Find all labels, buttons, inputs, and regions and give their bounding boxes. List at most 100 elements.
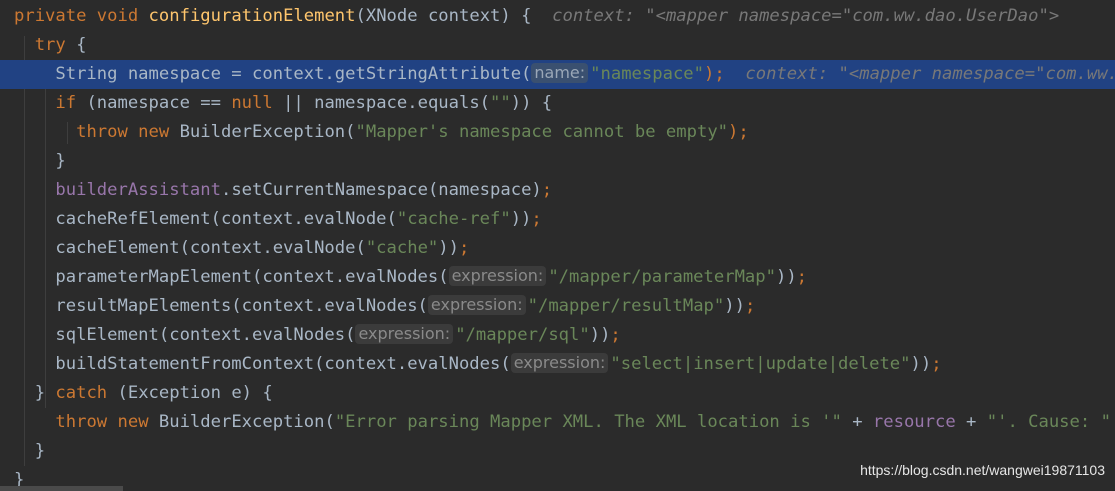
code-token: "'. Cause: " [986, 412, 1115, 432]
code-token: } [14, 383, 56, 403]
code-token: null [231, 93, 284, 113]
code-token: ; [796, 267, 808, 287]
parameter-hint: name: [531, 63, 589, 83]
code-token: "/mapper/parameterMap" [548, 267, 776, 287]
code-line[interactable]: cacheRefElement(context.evalNode("cache-… [0, 205, 1115, 234]
code-line-text: } [14, 437, 45, 466]
debug-value-hint: context: "<mapper namespace="com.ww.dao.… [552, 6, 1060, 26]
code-token: + [852, 412, 873, 432]
code-line-text: sqlElement(context.evalNodes(expression:… [14, 321, 621, 350]
code-token: + [966, 412, 987, 432]
code-line[interactable]: resultMapElements(context.evalNodes(expr… [0, 292, 1115, 321]
code-token: ; [931, 354, 942, 374]
code-token: "Mapper's namespace cannot be empty" [355, 122, 729, 142]
code-line[interactable]: cacheElement(context.evalNode("cache")); [0, 234, 1115, 263]
code-line[interactable]: throw new BuilderException("Mapper's nam… [0, 118, 1115, 147]
code-token: catch [55, 383, 118, 403]
code-editor[interactable]: private void configurationElement(XNode … [0, 0, 1115, 491]
code-line-text: cacheRefElement(context.evalNode("cache-… [14, 205, 542, 234]
code-token: builderAssistant [55, 180, 221, 200]
code-line-text: buildStatementFromContext(context.evalNo… [14, 350, 942, 379]
code-token: buildStatementFromContext(context.evalNo… [14, 354, 511, 374]
code-token: "select|insert|update|delete" [610, 354, 911, 374]
code-token: throw new [55, 412, 159, 432]
code-line-text: private void configurationElement(XNode … [14, 2, 1059, 31]
code-token: } [14, 151, 66, 171]
code-token: (namespace == [86, 93, 232, 113]
code-line-text: throw new BuilderException("Mapper's nam… [14, 118, 749, 147]
code-token: ); [728, 122, 749, 142]
code-line[interactable]: try { [0, 31, 1115, 60]
code-token: ; [531, 209, 542, 229]
code-line[interactable]: buildStatementFromContext(context.evalNo… [0, 350, 1115, 379]
watermark-text: https://blog.csdn.net/wangwei19871103 [860, 462, 1105, 478]
code-line[interactable]: } [0, 147, 1115, 176]
code-line[interactable]: private void configurationElement(XNode … [0, 2, 1115, 31]
code-line[interactable]: sqlElement(context.evalNodes(expression:… [0, 321, 1115, 350]
current-code-line[interactable]: String namespace = context.getStringAttr… [0, 60, 1115, 89]
code-line[interactable]: throw new BuilderException("Error parsin… [0, 408, 1115, 437]
code-token: (XNode context) { [355, 6, 553, 26]
code-line-text: parameterMapElement(context.evalNodes(ex… [14, 263, 807, 292]
horizontal-scrollbar[interactable] [0, 486, 123, 491]
code-token: "cache" [365, 238, 439, 258]
code-token: )) [775, 267, 797, 287]
code-token: throw new [76, 122, 180, 142]
code-line[interactable]: if (namespace == null || namespace.equal… [0, 89, 1115, 118]
code-line[interactable]: } catch (Exception e) { [0, 379, 1115, 408]
code-line-text: } [14, 147, 66, 176]
parameter-hint: expression: [427, 295, 526, 315]
code-token: } [14, 441, 46, 461]
parameter-hint: expression: [448, 266, 547, 286]
code-line-text: throw new BuilderException("Error parsin… [14, 408, 1115, 437]
code-token: )) [510, 209, 532, 229]
code-token: cacheElement(context.evalNode( [14, 238, 366, 258]
code-token: || namespace.equals( [283, 93, 491, 113]
code-token: cacheRefElement(context.evalNode( [14, 209, 397, 229]
code-token: if [55, 93, 87, 113]
code-line-text: resultMapElements(context.evalNodes(expr… [14, 292, 755, 321]
code-line-text: } catch (Exception e) { [14, 379, 273, 408]
code-token: ); [703, 64, 746, 84]
code-token: )) [589, 325, 611, 345]
code-token: )) { [510, 93, 553, 113]
code-token: parameterMapElement(context.evalNodes( [14, 267, 449, 287]
code-line-text: builderAssistant.setCurrentNamespace(nam… [14, 176, 552, 205]
code-token: ; [458, 238, 470, 258]
code-token: "Error parsing Mapper XML. The XML locat… [334, 412, 853, 432]
code-token: ; [744, 296, 756, 316]
code-token: )) [724, 296, 745, 316]
code-token: resource [872, 412, 967, 432]
code-token: "" [490, 93, 511, 113]
code-token: BuilderException( [179, 122, 356, 142]
code-line-text: cacheElement(context.evalNode("cache")); [14, 234, 469, 263]
code-token: void [96, 6, 149, 26]
code-token: String namespace = context.getStringAttr… [14, 64, 532, 84]
parameter-hint: expression: [355, 324, 454, 344]
code-token: "namespace" [590, 64, 704, 84]
code-token: BuilderException( [158, 412, 335, 432]
code-token: private [14, 6, 97, 26]
code-token: "/mapper/resultMap" [527, 296, 725, 316]
code-token: { [76, 35, 87, 55]
code-line[interactable]: parameterMapElement(context.evalNodes(ex… [0, 263, 1115, 292]
code-token: sqlElement(context.evalNodes( [14, 325, 356, 345]
code-line-text: String namespace = context.getStringAttr… [14, 60, 1115, 89]
code-token: "cache-ref" [396, 209, 511, 229]
code-token: ; [541, 180, 553, 200]
parameter-hint: expression: [510, 353, 609, 373]
code-line-text: try { [14, 31, 87, 60]
code-token: try [34, 35, 77, 55]
code-token: resultMapElements(context.evalNodes( [14, 296, 428, 316]
code-token: )) [910, 354, 932, 374]
code-line[interactable]: builderAssistant.setCurrentNamespace(nam… [0, 176, 1115, 205]
debug-value-hint: context: "<mapper namespace="com.ww.dao.… [745, 64, 1115, 84]
code-token: .setCurrentNamespace(namespace) [220, 180, 542, 200]
code-token: ; [610, 325, 621, 345]
code-token: )) [438, 238, 459, 258]
